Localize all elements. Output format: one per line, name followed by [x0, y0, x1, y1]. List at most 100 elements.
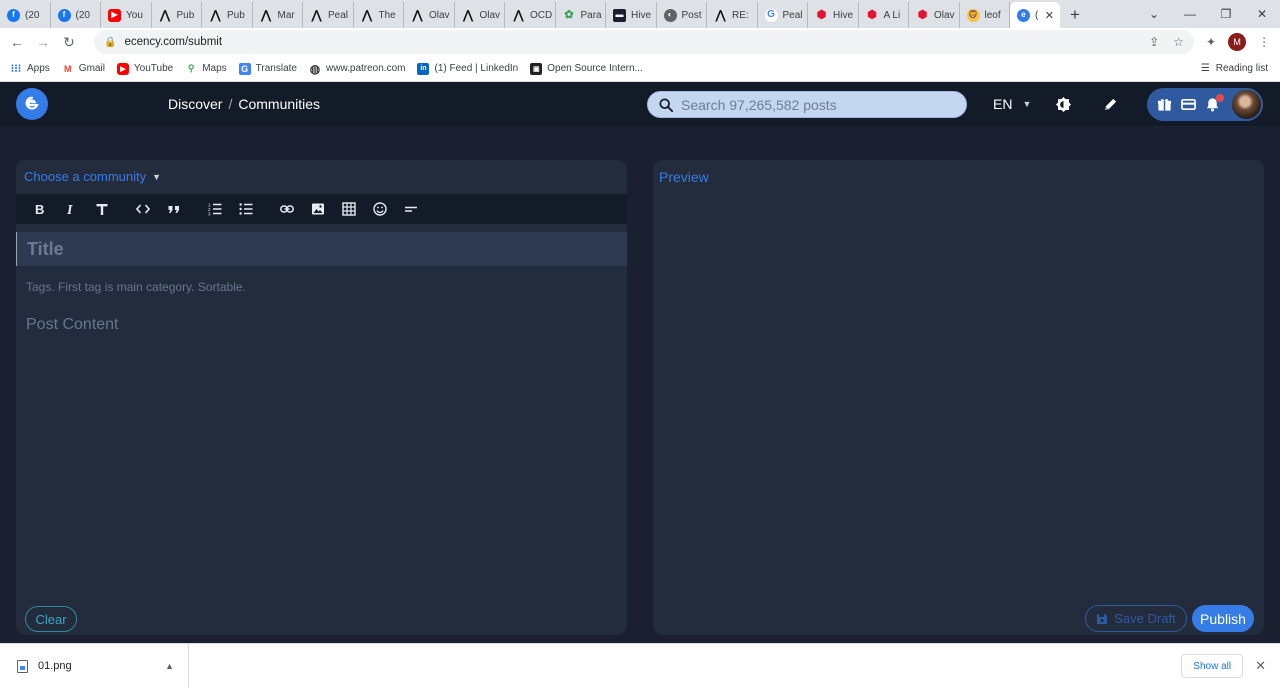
browser-tab[interactable]: ⋀ The [354, 2, 404, 28]
browser-tab[interactable]: ⬢ Hive [808, 2, 859, 28]
back-icon[interactable]: ← [4, 34, 30, 50]
gift-icon[interactable] [1157, 97, 1172, 112]
bookmark-item[interactable]: G Translate [238, 62, 297, 75]
bookmark-item[interactable]: ▣ Open Source Intern... [530, 62, 643, 75]
bookmark-star-icon[interactable]: ☆ [1173, 35, 1184, 49]
browser-tab[interactable]: 🦁 leof [960, 2, 1010, 28]
linkedin-icon: in [417, 62, 430, 75]
tags-input[interactable] [16, 272, 627, 302]
tab-label: Hive [833, 9, 854, 21]
bookmark-item[interactable]: ◍ www.patreon.com [309, 62, 406, 76]
browser-tab[interactable]: ⬢ Olav [909, 2, 960, 28]
tab-ecency-submit[interactable]: e ( ✕ [1010, 2, 1060, 28]
chevron-up-icon[interactable]: ▲ [165, 661, 174, 671]
code-icon [135, 204, 150, 214]
browser-tab[interactable]: ⋀ Pub [152, 2, 202, 28]
bookmark-item[interactable]: ⚲ Maps [185, 63, 227, 75]
tab-label: You [126, 9, 143, 21]
browser-tab[interactable]: ⋀ Mar [253, 2, 303, 28]
close-tab-icon[interactable]: ✕ [1045, 9, 1054, 22]
post-content-textarea[interactable] [16, 310, 627, 590]
browser-tab[interactable]: ⋀ OCD [505, 2, 556, 28]
heading-icon [96, 204, 107, 215]
clear-button[interactable]: Clear [25, 606, 77, 632]
browser-tab[interactable]: ⋀ Pub [202, 2, 253, 28]
bookmark-item[interactable]: ⁝⁝⁝ Apps [10, 63, 50, 75]
reload-icon[interactable]: ↻ [56, 34, 82, 51]
close-shelf-icon[interactable]: ✕ [1255, 658, 1266, 674]
wallet-icon[interactable] [1181, 97, 1196, 112]
bookmark-item[interactable]: in (1) Feed | LinkedIn [417, 62, 518, 75]
heading-button[interactable] [86, 194, 117, 224]
browser-tab-strip: f (20 f (20 ▶ You ⋀ Pub ⋀ Pub ⋀ Mar ⋀ Peal ⋀ The ⋀ Olav ⋀ O… [0, 0, 1280, 28]
menu-kebab-icon[interactable]: ⋮ [1258, 35, 1270, 49]
reading-list-button[interactable]: ☰ Reading list [1201, 63, 1268, 74]
language-selector[interactable]: EN ▼ [993, 96, 1031, 112]
browser-tab[interactable]: ▬ Hive [606, 2, 657, 28]
browser-tab[interactable]: ✿ Para [556, 2, 606, 28]
new-tab-button[interactable]: + [1060, 2, 1090, 28]
address-bar[interactable]: 🔒 ecency.com/submit ⇪ ☆ [94, 30, 1194, 54]
title-input[interactable] [16, 232, 627, 266]
quote-button[interactable] [158, 194, 189, 224]
table-button[interactable] [333, 194, 364, 224]
restore-icon[interactable]: ❐ [1208, 7, 1244, 21]
theme-toggle-icon[interactable] [1056, 97, 1071, 112]
fragment-button[interactable] [395, 194, 426, 224]
tabs-container: f (20 f (20 ▶ You ⋀ Pub ⋀ Pub ⋀ Mar ⋀ Peal ⋀ The ⋀ Olav ⋀ O… [0, 0, 1010, 28]
bold-icon: B [35, 202, 44, 216]
communities-link[interactable]: Communities [238, 96, 320, 112]
browser-tab[interactable]: f (20 [0, 2, 51, 28]
close-window-icon[interactable]: ✕ [1244, 7, 1280, 21]
browser-tab[interactable]: f (20 [51, 2, 101, 28]
browser-tab[interactable]: ▶ You [101, 2, 152, 28]
browser-tab[interactable]: ⋀ Olav [455, 2, 505, 28]
ordered-list-button[interactable]: 123 [199, 194, 230, 224]
hive-icon: ⬢ [867, 8, 877, 21]
extensions-icon[interactable]: ✦ [1206, 35, 1216, 49]
bookmark-item[interactable]: M Gmail [62, 63, 105, 75]
search-box[interactable] [647, 91, 967, 118]
browser-tab[interactable]: ⋀ RE: [707, 2, 758, 28]
bookmark-label: Apps [27, 63, 50, 74]
link-button[interactable] [271, 194, 302, 224]
browser-tab[interactable]: G Peal [758, 2, 808, 28]
tab-label: Peal [782, 9, 803, 21]
peakd-icon: ⋀ [160, 8, 170, 22]
search-input[interactable] [681, 96, 951, 113]
bookmark-label: Open Source Intern... [547, 63, 643, 74]
notification-badge [1216, 94, 1224, 102]
download-shelf: 01.png ▲ Show all ✕ [0, 643, 1280, 688]
browser-tab[interactable]: ⬢ A Li [859, 2, 909, 28]
ecency-logo-icon[interactable] [16, 88, 48, 120]
forward-icon[interactable]: → [30, 34, 56, 50]
pencil-icon[interactable] [1103, 97, 1118, 112]
image-icon [311, 203, 324, 215]
image-button[interactable] [302, 194, 333, 224]
unordered-list-button[interactable] [230, 194, 261, 224]
share-icon[interactable]: ⇪ [1149, 35, 1159, 49]
save-draft-button[interactable]: Save Draft [1085, 605, 1187, 632]
show-all-button[interactable]: Show all [1181, 654, 1244, 678]
browser-tab[interactable]: ⋀ Peal [303, 2, 354, 28]
publish-button[interactable]: Publish [1192, 605, 1254, 632]
browser-tab[interactable]: ⋀ Olav [404, 2, 455, 28]
peakd-icon: ⋀ [412, 8, 423, 22]
bold-button[interactable]: B [24, 194, 55, 224]
svg-text:B: B [35, 202, 44, 216]
italic-button[interactable]: I [55, 194, 86, 224]
download-item[interactable]: 01.png ▲ [0, 643, 189, 688]
browser-tab[interactable]: ◐ Post [657, 2, 707, 28]
discover-link[interactable]: Discover [168, 96, 222, 112]
notifications-button[interactable] [1205, 94, 1224, 112]
bookmark-item[interactable]: ▶ YouTube [116, 62, 173, 75]
bookmark-label: Gmail [78, 63, 105, 74]
user-avatar[interactable] [1230, 88, 1263, 121]
text-lines-icon [404, 206, 417, 212]
minimize-icon[interactable]: — [1172, 7, 1208, 21]
emoji-button[interactable] [364, 194, 395, 224]
profile-avatar[interactable]: M [1228, 33, 1247, 51]
tab-search-icon[interactable]: ⌄ [1136, 7, 1172, 21]
code-button[interactable] [127, 194, 158, 224]
community-selector[interactable]: Choose a community ▼ [24, 169, 161, 184]
